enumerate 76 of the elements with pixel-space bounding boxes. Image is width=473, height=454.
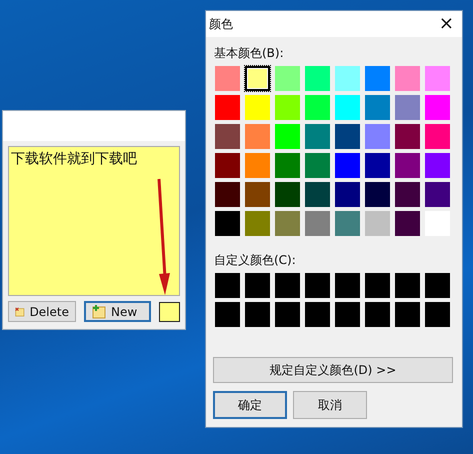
color-swatch[interactable] — [215, 153, 240, 178]
color-swatch[interactable] — [215, 211, 240, 236]
note-color-swatch[interactable] — [158, 302, 180, 322]
color-swatch[interactable] — [305, 124, 330, 149]
custom-color-swatch[interactable] — [215, 273, 240, 298]
color-swatch[interactable] — [245, 95, 270, 120]
note-delete-icon — [15, 304, 25, 318]
color-swatch[interactable] — [245, 124, 270, 149]
color-swatch[interactable] — [245, 211, 270, 236]
color-swatch[interactable] — [395, 124, 420, 149]
color-swatch[interactable] — [365, 95, 390, 120]
custom-color-swatch[interactable] — [365, 273, 390, 298]
color-swatch[interactable] — [215, 95, 240, 120]
custom-color-swatch[interactable] — [395, 302, 420, 327]
custom-color-swatch[interactable] — [305, 302, 330, 327]
color-swatch[interactable] — [305, 211, 330, 236]
color-swatch[interactable] — [365, 124, 390, 149]
color-swatch[interactable] — [275, 95, 300, 120]
ok-button[interactable]: 确定 — [213, 391, 287, 419]
color-swatch[interactable] — [245, 66, 270, 91]
custom-color-swatch[interactable] — [395, 273, 420, 298]
color-swatch[interactable] — [395, 211, 420, 236]
custom-color-swatch[interactable] — [425, 273, 450, 298]
cancel-button[interactable]: 取消 — [293, 391, 367, 419]
color-swatch[interactable] — [395, 182, 420, 207]
delete-button[interactable]: Delete — [8, 301, 76, 322]
custom-color-swatch[interactable] — [245, 302, 270, 327]
color-swatch[interactable] — [395, 153, 420, 178]
color-swatch[interactable] — [275, 182, 300, 207]
color-swatch[interactable] — [215, 124, 240, 149]
color-swatch[interactable] — [305, 153, 330, 178]
color-swatch[interactable] — [335, 66, 360, 91]
color-swatch[interactable] — [245, 182, 270, 207]
custom-color-swatch[interactable] — [305, 273, 330, 298]
color-swatch[interactable] — [395, 95, 420, 120]
color-swatch[interactable] — [215, 66, 240, 91]
custom-color-swatch[interactable] — [335, 302, 360, 327]
define-custom-colors-button[interactable]: 规定自定义颜色(D) >> — [213, 357, 453, 383]
color-swatch[interactable] — [425, 153, 450, 178]
color-swatch[interactable] — [215, 182, 240, 207]
color-swatch[interactable] — [305, 182, 330, 207]
custom-color-swatch[interactable] — [245, 273, 270, 298]
color-swatch[interactable] — [335, 211, 360, 236]
color-swatch[interactable] — [275, 153, 300, 178]
color-swatch[interactable] — [335, 182, 360, 207]
close-button[interactable]: × — [438, 15, 454, 33]
note-add-icon — [92, 304, 106, 318]
color-swatch[interactable] — [335, 153, 360, 178]
color-swatch[interactable] — [425, 182, 450, 207]
color-swatch[interactable] — [305, 66, 330, 91]
custom-color-swatch[interactable] — [425, 302, 450, 327]
custom-color-swatch[interactable] — [215, 302, 240, 327]
color-swatch[interactable] — [425, 124, 450, 149]
custom-colors-label: 自定义颜色(C): — [214, 252, 297, 269]
color-swatch[interactable] — [335, 95, 360, 120]
color-swatch[interactable] — [395, 66, 420, 91]
dialog-title: 颜色 — [209, 16, 233, 32]
color-swatch[interactable] — [365, 211, 390, 236]
color-swatch[interactable] — [365, 153, 390, 178]
custom-color-swatch[interactable] — [275, 273, 300, 298]
color-swatch[interactable] — [335, 124, 360, 149]
color-swatch[interactable] — [365, 66, 390, 91]
note-text[interactable]: 下载软件就到下载吧 — [8, 146, 180, 296]
custom-color-swatch[interactable] — [275, 302, 300, 327]
color-swatch[interactable] — [425, 66, 450, 91]
color-swatch[interactable] — [245, 153, 270, 178]
color-swatch[interactable] — [275, 124, 300, 149]
color-swatch[interactable] — [425, 95, 450, 120]
new-button[interactable]: New — [84, 301, 151, 322]
color-swatch[interactable] — [275, 211, 300, 236]
color-swatch[interactable] — [275, 66, 300, 91]
color-swatch[interactable] — [365, 182, 390, 207]
custom-color-swatch[interactable] — [335, 273, 360, 298]
custom-color-swatch[interactable] — [365, 302, 390, 327]
color-swatch[interactable] — [305, 95, 330, 120]
basic-colors-label: 基本颜色(B): — [214, 45, 285, 62]
